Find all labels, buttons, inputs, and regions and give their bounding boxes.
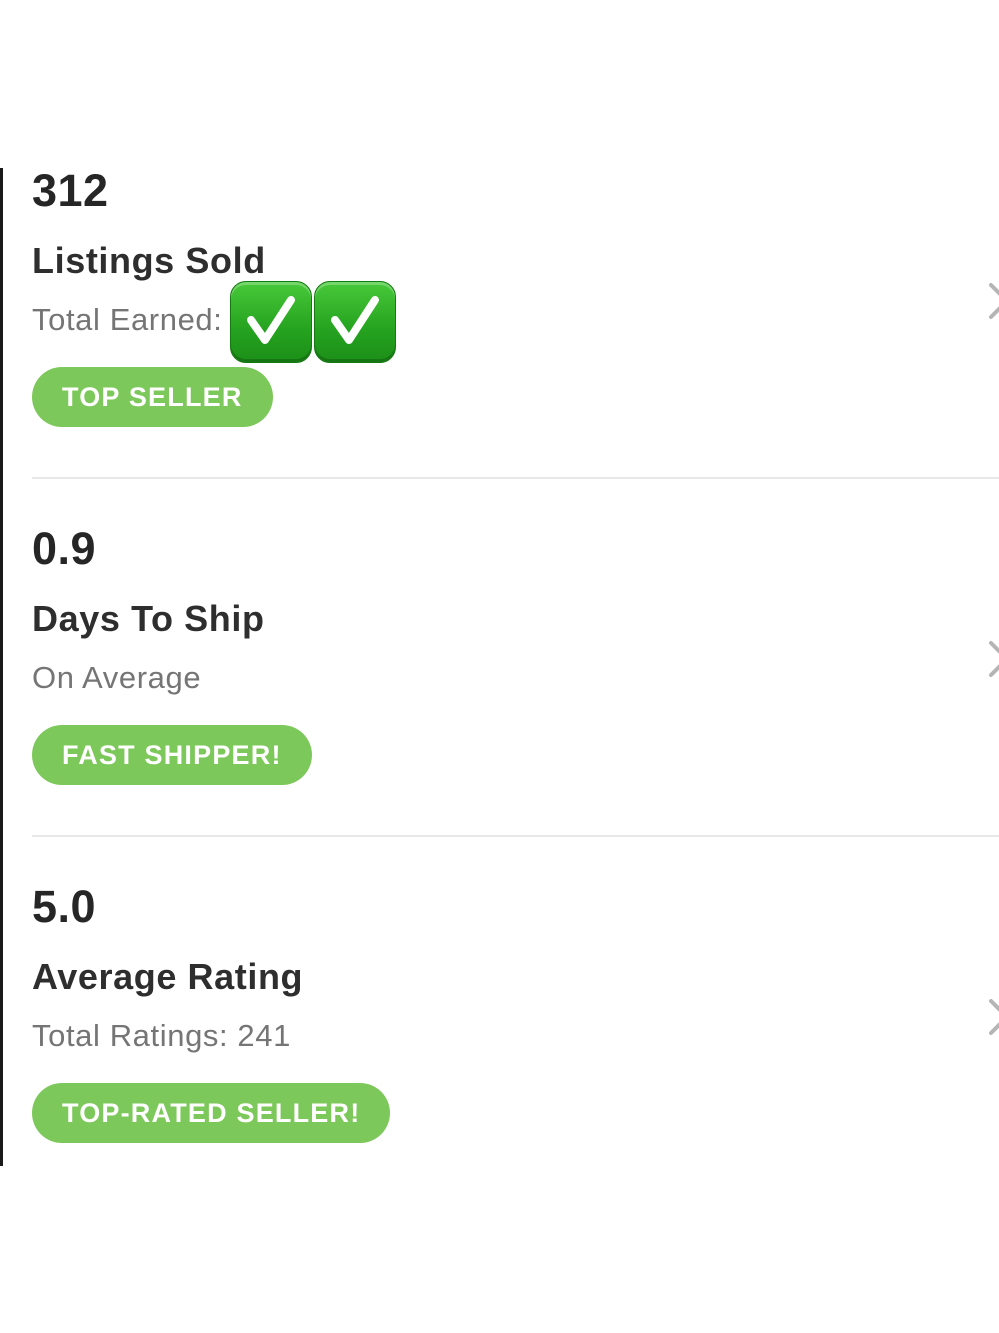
stat-title: Days To Ship: [32, 598, 265, 639]
stat-value: 312: [32, 165, 109, 216]
stat-subtitle: Total Ratings: 241: [32, 1018, 291, 1053]
stat-title: Listings Sold: [32, 240, 266, 281]
row-divider: [32, 477, 999, 479]
chevron-right-icon: [988, 640, 999, 678]
check-mark-overlay: [230, 281, 396, 363]
stat-value: 5.0: [32, 881, 97, 932]
chevron-right-icon: [988, 282, 999, 320]
stat-row-days-to-ship[interactable]: 0.9 Days To Ship On Average FAST SHIPPER…: [0, 526, 999, 826]
stat-subtitle: On Average: [32, 660, 202, 695]
stat-value: 0.9: [32, 523, 97, 574]
row-divider: [32, 835, 999, 837]
stat-row-listings-sold[interactable]: 312 Listings Sold Total Earned: TOP SELL…: [0, 168, 999, 468]
check-mark-button-icon: [314, 281, 396, 363]
chevron-right-icon: [988, 998, 999, 1036]
stat-title: Average Rating: [32, 956, 304, 997]
check-mark-button-icon: [230, 281, 312, 363]
fast-shipper-badge: FAST SHIPPER!: [32, 725, 312, 785]
stat-row-average-rating[interactable]: 5.0 Average Rating Total Ratings: 241 TO…: [0, 884, 999, 1184]
stat-subtitle: Total Earned:: [32, 302, 223, 337]
top-seller-badge: TOP SELLER: [32, 367, 273, 427]
top-rated-seller-badge: TOP-RATED SELLER!: [32, 1083, 391, 1143]
